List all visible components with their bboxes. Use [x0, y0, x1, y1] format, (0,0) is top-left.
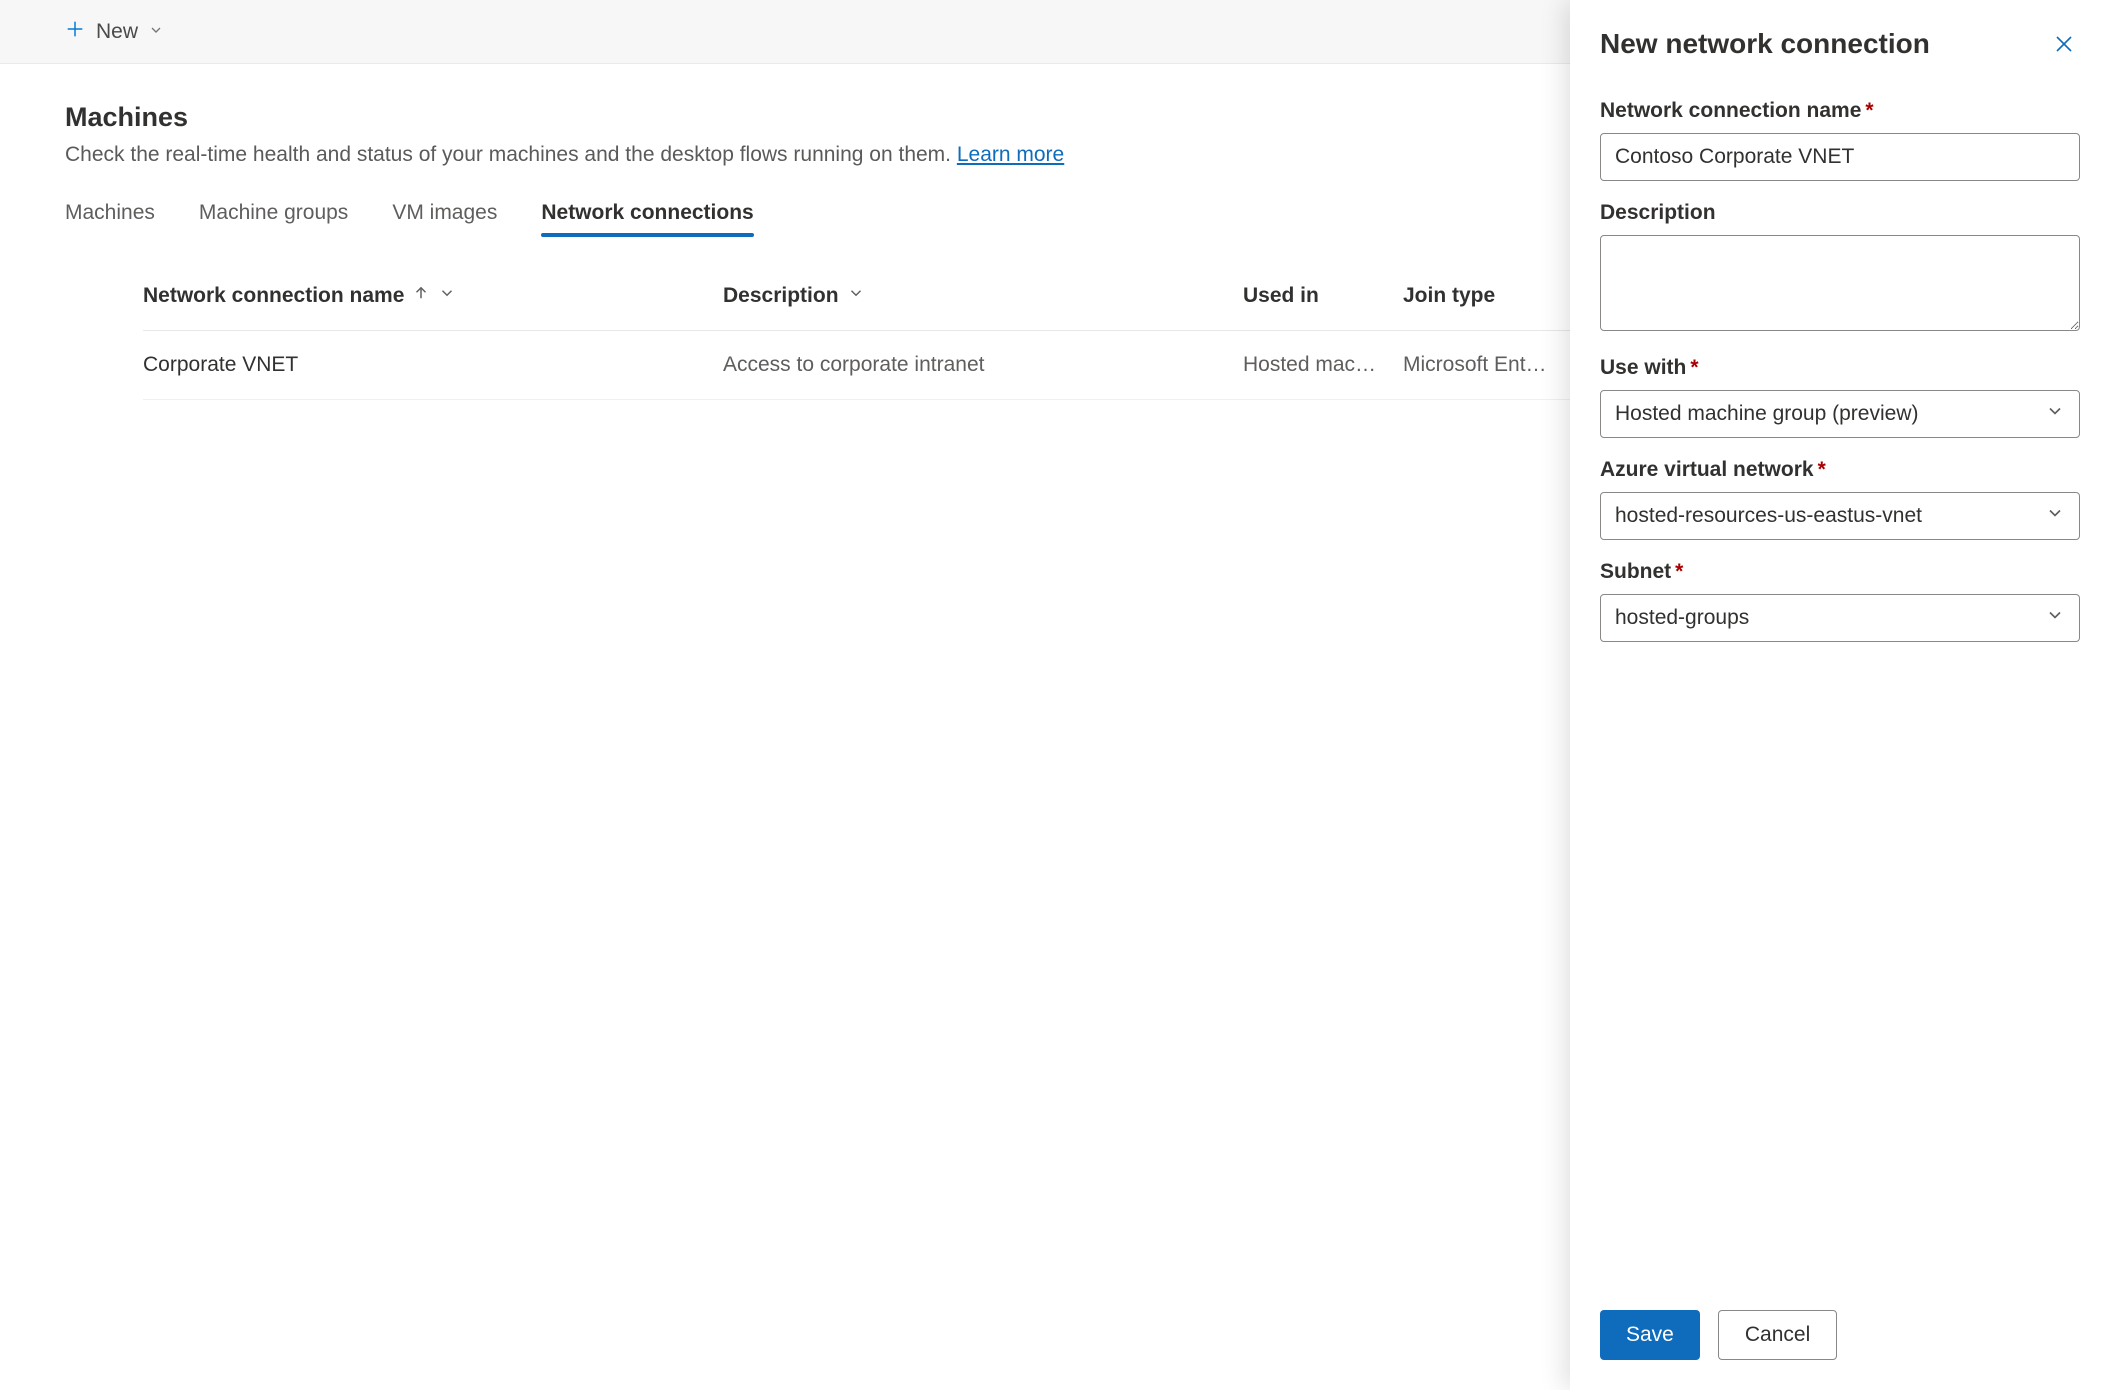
required-asterisk: * [1865, 99, 1873, 122]
label-connection-name: Network connection name* [1600, 99, 2080, 123]
select-azure-vnet-value: hosted-resources-us-eastus-vnet [1615, 504, 1922, 528]
cell-used-in: Hosted mach… [1243, 353, 1403, 377]
new-button-label: New [96, 20, 138, 44]
tab-network-connections[interactable]: Network connections [541, 195, 753, 237]
field-description: Description [1600, 201, 2080, 336]
select-subnet-value: hosted-groups [1615, 606, 1749, 630]
save-button[interactable]: Save [1600, 1310, 1700, 1360]
sort-ascending-icon [412, 284, 430, 308]
select-use-with[interactable]: Hosted machine group (preview) [1600, 390, 2080, 438]
label-description: Description [1600, 201, 2080, 225]
input-connection-name[interactable] [1600, 133, 2080, 181]
chevron-down-icon [2045, 503, 2065, 529]
tab-vm-images[interactable]: VM images [392, 195, 497, 237]
chevron-down-icon [2045, 605, 2065, 631]
close-button[interactable] [2048, 28, 2080, 65]
label-connection-name-text: Network connection name [1600, 99, 1861, 122]
label-use-with-text: Use with [1600, 356, 1686, 379]
cell-description: Access to corporate intranet [723, 353, 1243, 377]
panel-footer: Save Cancel [1570, 1288, 2110, 1390]
required-asterisk: * [1675, 560, 1683, 583]
panel-title: New network connection [1600, 28, 1930, 60]
column-header-description-label: Description [723, 284, 839, 308]
select-subnet[interactable]: hosted-groups [1600, 594, 2080, 642]
column-header-used-in[interactable]: Used in [1243, 284, 1403, 308]
column-header-description[interactable]: Description [723, 284, 1243, 308]
learn-more-link[interactable]: Learn more [957, 143, 1064, 166]
input-description[interactable] [1600, 235, 2080, 331]
select-use-with-value: Hosted machine group (preview) [1615, 402, 1918, 426]
plus-icon [64, 18, 86, 46]
panel-header: New network connection [1570, 0, 2110, 69]
page-description-text: Check the real-time health and status of… [65, 143, 957, 166]
field-connection-name: Network connection name* [1600, 99, 2080, 181]
cancel-button[interactable]: Cancel [1718, 1310, 1837, 1360]
tab-machine-groups[interactable]: Machine groups [199, 195, 348, 237]
new-button[interactable]: New [58, 14, 170, 50]
column-header-join-type-label: Join type [1403, 284, 1495, 308]
chevron-down-icon [847, 284, 865, 308]
column-header-used-in-label: Used in [1243, 284, 1319, 308]
label-use-with: Use with* [1600, 356, 2080, 380]
column-header-name[interactable]: Network connection name [143, 284, 723, 308]
label-azure-vnet-text: Azure virtual network [1600, 458, 1814, 481]
cell-name: Corporate VNET [143, 353, 723, 377]
side-panel: New network connection Network connectio… [1570, 0, 2110, 1390]
field-azure-vnet: Azure virtual network* hosted-resources-… [1600, 458, 2080, 540]
chevron-down-icon [438, 284, 456, 308]
field-use-with: Use with* Hosted machine group (preview) [1600, 356, 2080, 438]
chevron-down-icon [148, 20, 164, 44]
panel-body: Network connection name* Description Use… [1570, 69, 2110, 1288]
close-icon [2052, 43, 2076, 60]
label-subnet-text: Subnet [1600, 560, 1671, 583]
field-subnet: Subnet* hosted-groups [1600, 560, 2080, 642]
chevron-down-icon [2045, 401, 2065, 427]
label-subnet: Subnet* [1600, 560, 2080, 584]
column-header-name-label: Network connection name [143, 284, 404, 308]
required-asterisk: * [1818, 458, 1826, 481]
select-azure-vnet[interactable]: hosted-resources-us-eastus-vnet [1600, 492, 2080, 540]
tab-machines[interactable]: Machines [65, 195, 155, 237]
required-asterisk: * [1690, 356, 1698, 379]
label-azure-vnet: Azure virtual network* [1600, 458, 2080, 482]
